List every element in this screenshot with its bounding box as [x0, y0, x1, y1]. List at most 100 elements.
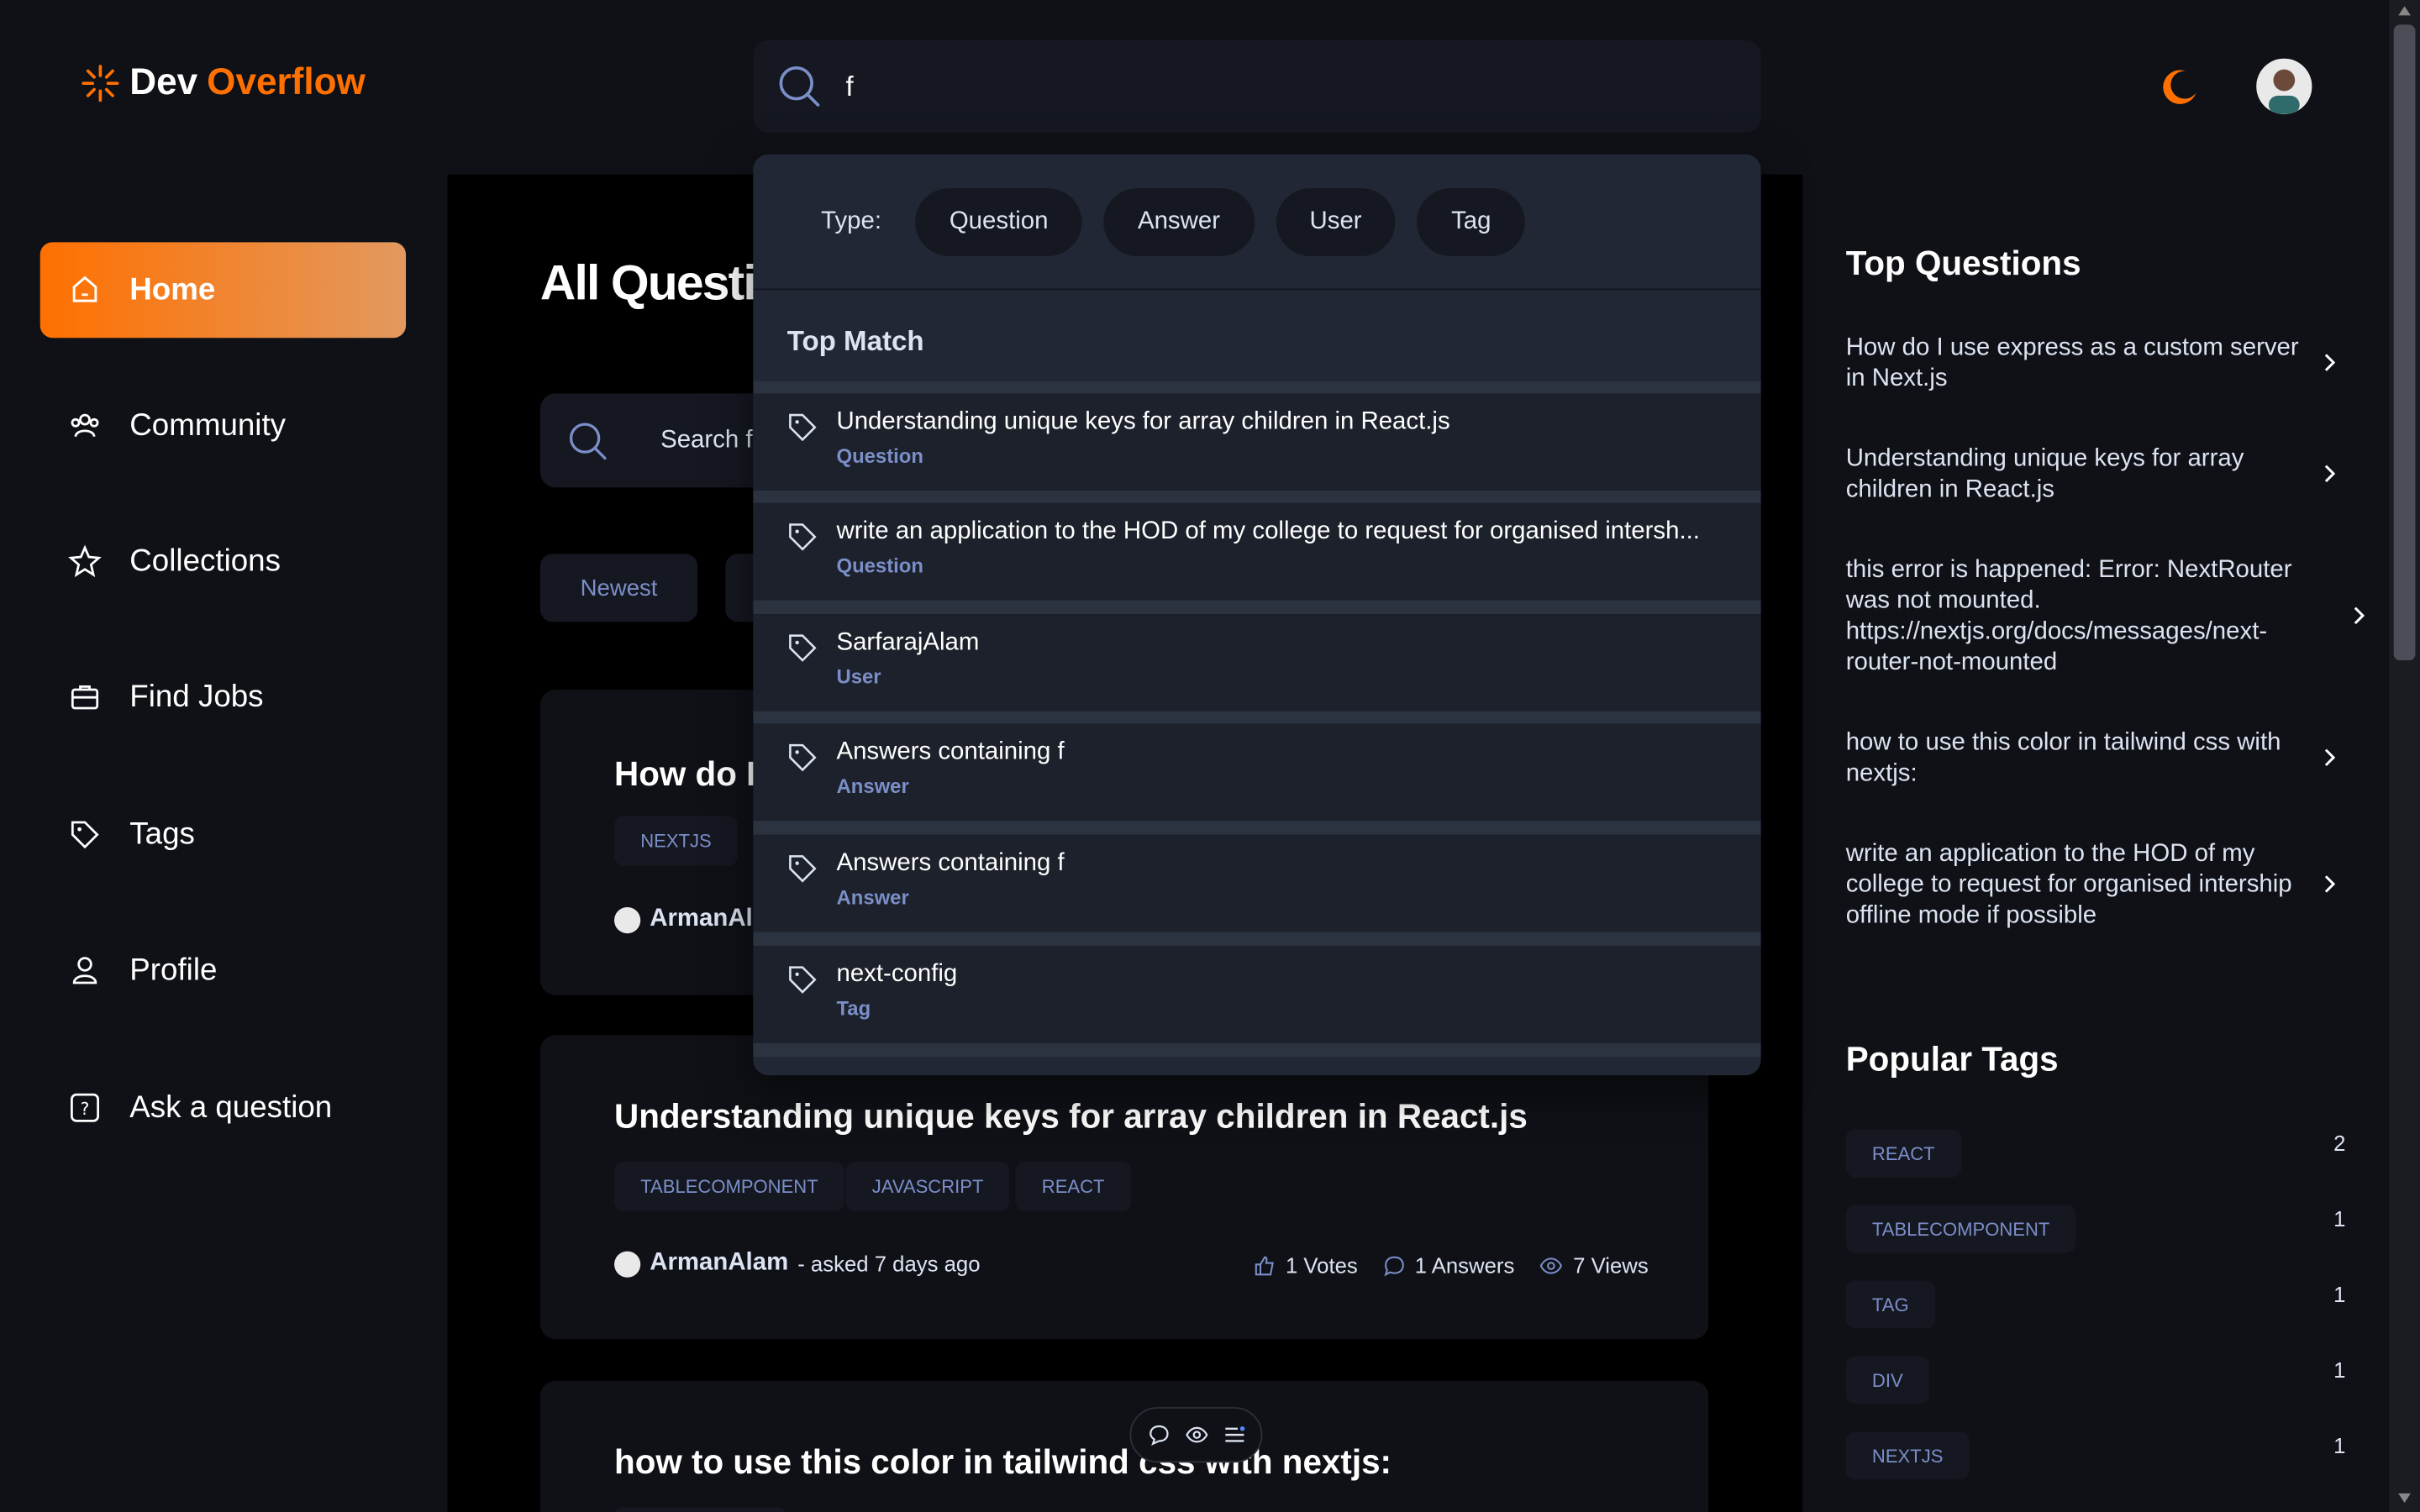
nav-community[interactable]: Community: [40, 378, 406, 474]
top-question-item[interactable]: Understanding unique keys for array chil…: [1846, 444, 2309, 506]
navbar: Dev Overflow: [0, 0, 2390, 175]
popular-tag[interactable]: DIV: [1845, 1356, 1929, 1404]
page-title: All Questi: [539, 255, 757, 311]
search-result-item[interactable]: Answers containing f Answer: [753, 723, 1761, 822]
type-filter-row: Type: Question Answer User Tag: [753, 155, 1761, 291]
votes-metric: 1 Votes: [1253, 1252, 1358, 1278]
svg-text:?: ?: [81, 1099, 90, 1119]
nav-ask-question-label: Ask a question: [129, 1089, 333, 1125]
question-tag[interactable]: JAVASCRIPT: [845, 1162, 1010, 1211]
question-metrics: 1 Votes 1 Answers 7 Views: [1253, 1252, 1649, 1278]
nav-profile[interactable]: Profile: [40, 922, 406, 1018]
left-sidebar: Home Community Collections Find Jobs Tag…: [0, 174, 448, 1512]
nav-community-label: Community: [129, 407, 287, 443]
result-title: SarfarajAlam: [836, 629, 980, 656]
comment-icon[interactable]: [1148, 1424, 1170, 1446]
chevron-right-icon[interactable]: [2318, 352, 2340, 374]
question-card[interactable]: how to use this color in tailwind css wi…: [539, 1380, 1709, 1512]
result-title: Answers containing f: [836, 738, 1065, 766]
nav-collections[interactable]: Collections: [40, 514, 406, 610]
type-filter-tag[interactable]: Tag: [1417, 187, 1525, 255]
search-result-item[interactable]: next-config Tag: [753, 945, 1761, 1043]
type-filter-question[interactable]: Question: [915, 187, 1082, 255]
sun-logo-icon: [82, 65, 119, 102]
global-search-bar[interactable]: [753, 39, 1761, 133]
app-root: Dev Overflow Home: [0, 0, 2420, 1512]
chevron-right-icon[interactable]: [2318, 463, 2340, 485]
result-type: Question: [836, 444, 923, 468]
chevron-right-icon[interactable]: [2318, 874, 2340, 895]
star-icon: [68, 544, 102, 578]
popular-tags-heading: Popular Tags: [1845, 1039, 2059, 1079]
type-filter-user[interactable]: User: [1276, 187, 1396, 255]
question-title[interactable]: How do I: [614, 754, 755, 795]
popular-tag[interactable]: REACT: [1845, 1129, 1961, 1178]
question-tag[interactable]: NEXTJS: [614, 816, 738, 866]
filter-newest[interactable]: Newest: [539, 554, 698, 622]
home-icon: [72, 276, 97, 302]
community-icon: [71, 413, 99, 438]
global-search-input[interactable]: [845, 70, 1711, 103]
scroll-down-arrow[interactable]: [2398, 1493, 2411, 1503]
author-name: ArmanAl: [650, 906, 753, 932]
nav-ask-question[interactable]: ? Ask a question: [40, 1060, 406, 1156]
scroll-up-arrow[interactable]: [2398, 6, 2411, 16]
views-metric: 7 Views: [1539, 1252, 1649, 1278]
question-tag[interactable]: REACT: [1015, 1162, 1131, 1211]
author-name: ArmanAlam: [650, 1249, 789, 1276]
question-author[interactable]: ArmanAl: [614, 906, 753, 933]
message-icon: [1383, 1255, 1404, 1276]
menu-icon[interactable]: [1223, 1424, 1245, 1446]
question-title[interactable]: how to use this color in tailwind css wi…: [614, 1442, 1392, 1483]
top-question-item[interactable]: this error is happened: Error: NextRoute…: [1846, 555, 2309, 679]
popular-tag-count: 1: [2333, 1357, 2346, 1383]
search-result-item[interactable]: Understanding unique keys for array chil…: [753, 393, 1761, 491]
top-match-label: Top Match: [786, 325, 924, 357]
tag-icon: [789, 634, 817, 662]
nav-find-jobs-label: Find Jobs: [129, 680, 264, 714]
global-search-results: Type: Question Answer User Tag Top Match…: [753, 154, 1761, 1076]
popular-tag-count: 1: [2333, 1206, 2346, 1231]
user-avatar[interactable]: [2256, 58, 2312, 114]
nav-home-label: Home: [129, 272, 216, 307]
logo-text-dev: Dev: [129, 61, 198, 104]
top-question-item[interactable]: write an application to the HOD of my co…: [1846, 839, 2309, 932]
search-result-item[interactable]: SarfarajAlam User: [753, 614, 1761, 711]
nav-find-jobs[interactable]: Find Jobs: [40, 649, 406, 745]
tag-icon: [789, 743, 817, 772]
page-scrollbar[interactable]: [2389, 0, 2420, 1512]
popular-tag[interactable]: TABLECOMPONENT: [1845, 1205, 2076, 1253]
votes-count: 1 Votes: [1285, 1252, 1358, 1278]
search-result-item[interactable]: write an application to the HOD of my co…: [753, 502, 1761, 601]
logo[interactable]: Dev Overflow: [81, 61, 366, 104]
chevron-right-icon[interactable]: [2318, 747, 2340, 769]
search-result-item[interactable]: Answers containing f Answer: [753, 834, 1761, 932]
author-avatar: [614, 906, 641, 933]
question-tag[interactable]: TABLECOMPONENT: [614, 1162, 844, 1211]
floating-toolbar: [1129, 1407, 1263, 1463]
top-question-item[interactable]: How do I use express as a custom server …: [1846, 333, 2309, 395]
theme-toggle[interactable]: [2158, 65, 2201, 108]
nav-collections-label: Collections: [129, 543, 281, 578]
popular-tag[interactable]: TAG: [1845, 1280, 1935, 1329]
result-separator: [753, 600, 1761, 615]
eye-icon: [1540, 1257, 1563, 1273]
popular-tag[interactable]: NEXTJS: [1845, 1431, 1970, 1480]
nav-home[interactable]: Home: [39, 242, 407, 339]
briefcase-icon: [71, 685, 99, 710]
question-title[interactable]: Understanding unique keys for array chil…: [614, 1097, 1528, 1137]
chevron-right-icon[interactable]: [2348, 605, 2370, 627]
question-tag[interactable]: [614, 1507, 787, 1512]
scroll-thumb[interactable]: [2393, 24, 2416, 661]
question-author[interactable]: ArmanAlam - asked 7 days ago: [614, 1249, 981, 1278]
result-type: Answer: [836, 885, 909, 909]
nav-tags[interactable]: Tags: [40, 787, 406, 883]
user-icon: [72, 957, 97, 984]
result-type: Question: [836, 554, 923, 577]
asked-time: - asked 7 days ago: [797, 1251, 981, 1276]
eye-icon[interactable]: [1185, 1424, 1208, 1446]
top-question-item[interactable]: how to use this color in tailwind css wi…: [1846, 728, 2309, 790]
type-filter-answer[interactable]: Answer: [1103, 187, 1255, 255]
question-card[interactable]: Understanding unique keys for array chil…: [539, 1035, 1709, 1340]
logo-text-overflow: Overflow: [207, 61, 366, 104]
